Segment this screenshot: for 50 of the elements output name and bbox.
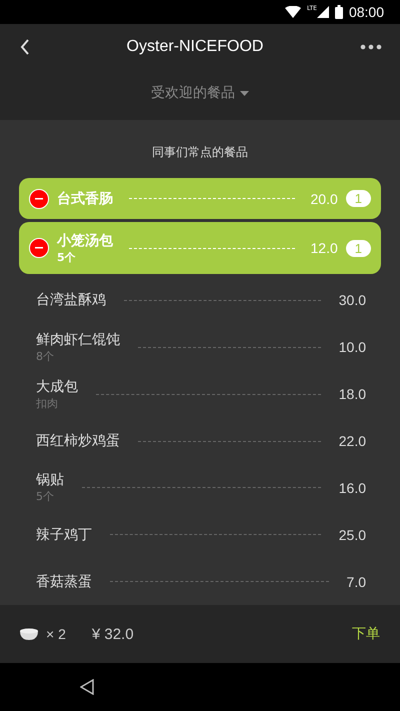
minus-icon bbox=[35, 198, 43, 200]
more-icon bbox=[360, 44, 382, 50]
dish-note: 5个 bbox=[36, 489, 55, 504]
dish-name: 锅贴 bbox=[36, 471, 64, 490]
total-price: ¥ 32.0 bbox=[92, 626, 135, 642]
item-count: × 2 bbox=[46, 626, 66, 642]
dish-price: 20.0 bbox=[310, 190, 338, 206]
wifi-icon bbox=[284, 6, 301, 18]
dish-price: 25.0 bbox=[338, 526, 366, 543]
order-button[interactable]: 下单 bbox=[352, 621, 380, 647]
remove-button[interactable] bbox=[29, 238, 49, 258]
dish-note: 5个 bbox=[57, 250, 77, 264]
dish-note: 8个 bbox=[36, 348, 55, 364]
dish-price: 10.0 bbox=[338, 339, 366, 356]
dish-row[interactable]: 大成包 扣肉 18.0 bbox=[36, 370, 366, 418]
dish-price: 7.0 bbox=[346, 574, 366, 590]
dish-note: 扣肉 bbox=[36, 396, 59, 411]
dish-row[interactable]: 辣子鸡丁 25.0 bbox=[36, 511, 366, 558]
dish-name: 台湾盐酥鸡 bbox=[36, 291, 106, 310]
filter-dropdown[interactable]: 受欢迎的餐品 bbox=[149, 82, 251, 104]
remove-button[interactable] bbox=[29, 188, 49, 208]
dish-name: 辣子鸡丁 bbox=[36, 526, 92, 544]
dish-name: 鲜肉虾仁馄饨 bbox=[36, 330, 120, 349]
bowl-icon bbox=[20, 628, 38, 640]
minus-icon bbox=[35, 247, 43, 249]
battery-icon bbox=[334, 5, 343, 19]
quantity-badge: 1 bbox=[346, 190, 371, 207]
back-icon bbox=[20, 39, 30, 55]
dish-name: 大成包 bbox=[36, 378, 78, 396]
dish-price: 18.0 bbox=[338, 386, 366, 402]
dish-name: 台式香肠 bbox=[57, 190, 113, 208]
dish-row[interactable]: 台湾盐酥鸡 30.0 bbox=[36, 277, 366, 324]
dish-row[interactable]: 西红柿炒鸡蛋 22.0 bbox=[36, 418, 366, 464]
caret-icon bbox=[240, 90, 249, 96]
dish-price: 12.0 bbox=[310, 240, 338, 256]
quantity-badge: 1 bbox=[346, 240, 371, 256]
dish-row[interactable]: 香菇蒸蛋 7.0 bbox=[36, 558, 366, 605]
dish-row[interactable]: 鲜肉虾仁馄饨 8个 10.0 bbox=[36, 324, 366, 371]
app-title: Oyster-NICEFOOD bbox=[126, 38, 264, 56]
dish-name: 小笼汤包 bbox=[57, 232, 113, 250]
dish-price: 30.0 bbox=[338, 292, 366, 308]
dish-price: 16.0 bbox=[338, 480, 366, 496]
back-nav-icon[interactable] bbox=[80, 679, 94, 695]
dish-name: 香菇蒸蛋 bbox=[36, 572, 92, 591]
clock: 08:00 bbox=[348, 4, 384, 20]
signal-icon bbox=[316, 6, 329, 18]
section-title: 同事们常点的餐品 bbox=[151, 144, 249, 161]
dish-price: 22.0 bbox=[338, 433, 366, 449]
dish-row[interactable]: 锅贴 5个 16.0 bbox=[36, 464, 366, 512]
dish-name: 西红柿炒鸡蛋 bbox=[36, 432, 120, 450]
